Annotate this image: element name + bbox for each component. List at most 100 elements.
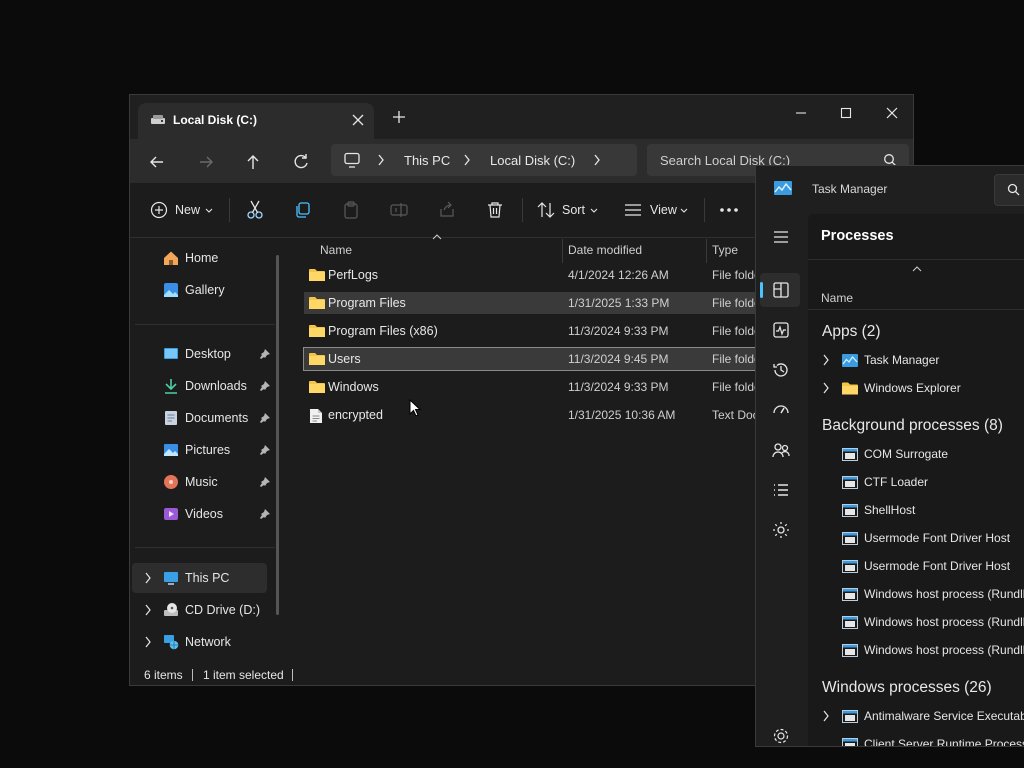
sort-icon bbox=[537, 201, 555, 219]
startup-apps-icon[interactable] bbox=[771, 400, 791, 420]
maximize-icon[interactable] bbox=[834, 103, 858, 123]
process-name: ShellHost bbox=[864, 503, 916, 517]
sidebar-item-label: Network bbox=[185, 635, 231, 649]
column-divider[interactable] bbox=[706, 239, 707, 263]
process-name: Usermode Font Driver Host bbox=[864, 559, 1011, 573]
processes-icon[interactable] bbox=[771, 280, 791, 300]
pin-icon[interactable] bbox=[260, 381, 270, 391]
sort-ascending-icon bbox=[912, 266, 922, 272]
process-row[interactable]: COM Surrogate bbox=[808, 444, 1024, 466]
address-bar[interactable]: This PC Local Disk (C:) bbox=[331, 144, 637, 176]
sidebar-item-label: This PC bbox=[185, 571, 230, 585]
pin-icon[interactable] bbox=[260, 349, 270, 359]
process-name: CTF Loader bbox=[864, 475, 929, 489]
process-row[interactable]: Windows host process (Rundll32) bbox=[808, 584, 1024, 606]
file-name: Program Files (x86) bbox=[328, 324, 438, 338]
file-name: Users bbox=[328, 352, 361, 366]
sidebar-item-label: Home bbox=[185, 251, 219, 265]
file-date: 1/31/2025 10:36 AM bbox=[568, 408, 676, 422]
folder-icon bbox=[309, 324, 325, 338]
process-name: Usermode Font Driver Host bbox=[864, 531, 1011, 545]
sidebar-divider bbox=[135, 547, 275, 548]
process-row[interactable]: Usermode Font Driver Host bbox=[808, 528, 1024, 550]
forward-arrow-icon[interactable] bbox=[195, 151, 217, 173]
status-divider bbox=[192, 669, 193, 681]
chevron-right-icon[interactable] bbox=[144, 636, 152, 648]
search-processes-input[interactable] bbox=[994, 174, 1024, 206]
details-icon[interactable] bbox=[771, 480, 791, 500]
taskmgr-icon bbox=[842, 354, 858, 367]
performance-icon[interactable] bbox=[771, 320, 791, 340]
chevron-right-icon[interactable] bbox=[144, 604, 152, 616]
navigation-rail bbox=[756, 214, 806, 746]
chevron-right-icon[interactable] bbox=[593, 154, 601, 166]
app-window-icon bbox=[842, 710, 858, 723]
settings-gear-icon[interactable] bbox=[771, 726, 791, 746]
column-divider[interactable] bbox=[562, 239, 563, 263]
users-icon[interactable] bbox=[771, 440, 791, 460]
process-row[interactable]: Task Manager bbox=[808, 350, 1024, 372]
paste-icon[interactable] bbox=[342, 201, 360, 219]
chevron-right-icon[interactable] bbox=[822, 382, 830, 394]
delete-icon[interactable] bbox=[486, 201, 504, 219]
hamburger-menu-icon[interactable] bbox=[771, 227, 791, 247]
close-tab-icon[interactable] bbox=[350, 112, 366, 128]
cut-icon[interactable] bbox=[246, 200, 264, 220]
group-header-windows: Windows processes (26) bbox=[822, 679, 992, 696]
pin-icon[interactable] bbox=[260, 445, 270, 455]
item-count: 6 items bbox=[144, 668, 183, 682]
breadcrumb-local-disk[interactable]: Local Disk (C:) bbox=[490, 153, 575, 168]
column-header-name[interactable]: Name bbox=[320, 243, 352, 257]
tab-local-disk[interactable]: Local Disk (C:) bbox=[138, 103, 374, 139]
app-history-icon[interactable] bbox=[771, 360, 791, 380]
sort-button[interactable]: Sort bbox=[537, 200, 599, 220]
refresh-icon[interactable] bbox=[290, 151, 312, 173]
sidebar-scrollbar[interactable] bbox=[276, 255, 279, 615]
pin-icon[interactable] bbox=[260, 509, 270, 519]
up-arrow-icon[interactable] bbox=[242, 151, 264, 173]
chevron-right-icon[interactable] bbox=[822, 710, 830, 722]
monitor-icon bbox=[343, 152, 361, 168]
process-name: Windows Explorer bbox=[864, 381, 961, 395]
app-window-icon bbox=[842, 560, 858, 573]
chevron-right-icon[interactable] bbox=[822, 354, 830, 366]
process-row[interactable]: Windows Explorer bbox=[808, 378, 1024, 400]
more-options-icon[interactable] bbox=[719, 207, 739, 213]
column-header-name[interactable]: Name bbox=[821, 291, 853, 305]
chevron-right-icon[interactable] bbox=[144, 572, 152, 584]
share-icon[interactable] bbox=[438, 201, 456, 219]
new-tab-icon[interactable] bbox=[392, 110, 406, 124]
app-window-icon bbox=[842, 588, 858, 601]
minimize-icon[interactable] bbox=[789, 103, 813, 123]
process-row[interactable]: Windows host process (Rundll32) bbox=[808, 612, 1024, 634]
pin-icon[interactable] bbox=[260, 413, 270, 423]
pc-icon bbox=[163, 570, 179, 586]
chevron-down-icon bbox=[680, 208, 688, 214]
process-row[interactable]: ShellHost bbox=[808, 500, 1024, 522]
new-button[interactable]: New bbox=[150, 200, 216, 220]
column-header-type[interactable]: Type bbox=[712, 243, 738, 257]
back-arrow-icon[interactable] bbox=[146, 151, 168, 173]
close-window-icon[interactable] bbox=[880, 103, 904, 123]
app-window-icon bbox=[842, 616, 858, 629]
process-row[interactable]: Usermode Font Driver Host bbox=[808, 556, 1024, 578]
chevron-right-icon bbox=[463, 154, 471, 166]
sidebar-item-label: Gallery bbox=[185, 283, 225, 297]
process-row[interactable]: Client Server Runtime Process bbox=[808, 734, 1024, 746]
copy-icon[interactable] bbox=[294, 201, 312, 219]
pin-icon[interactable] bbox=[260, 477, 270, 487]
process-row[interactable]: Windows host process (Rundll32) bbox=[808, 640, 1024, 662]
network-icon bbox=[163, 634, 179, 650]
sidebar-item-label: Videos bbox=[185, 507, 223, 521]
toolbar-divider bbox=[522, 198, 523, 222]
column-header-date[interactable]: Date modified bbox=[568, 243, 642, 257]
rename-icon[interactable] bbox=[390, 201, 408, 219]
view-button[interactable]: View bbox=[624, 200, 690, 220]
chevron-right-icon bbox=[377, 154, 385, 166]
breadcrumb-this-pc[interactable]: This PC bbox=[404, 153, 450, 168]
process-row[interactable]: Antimalware Service Executable bbox=[808, 706, 1024, 728]
status-divider bbox=[292, 669, 293, 681]
services-icon[interactable] bbox=[771, 520, 791, 540]
sidebar-item-label: Desktop bbox=[185, 347, 231, 361]
process-row[interactable]: CTF Loader bbox=[808, 472, 1024, 494]
